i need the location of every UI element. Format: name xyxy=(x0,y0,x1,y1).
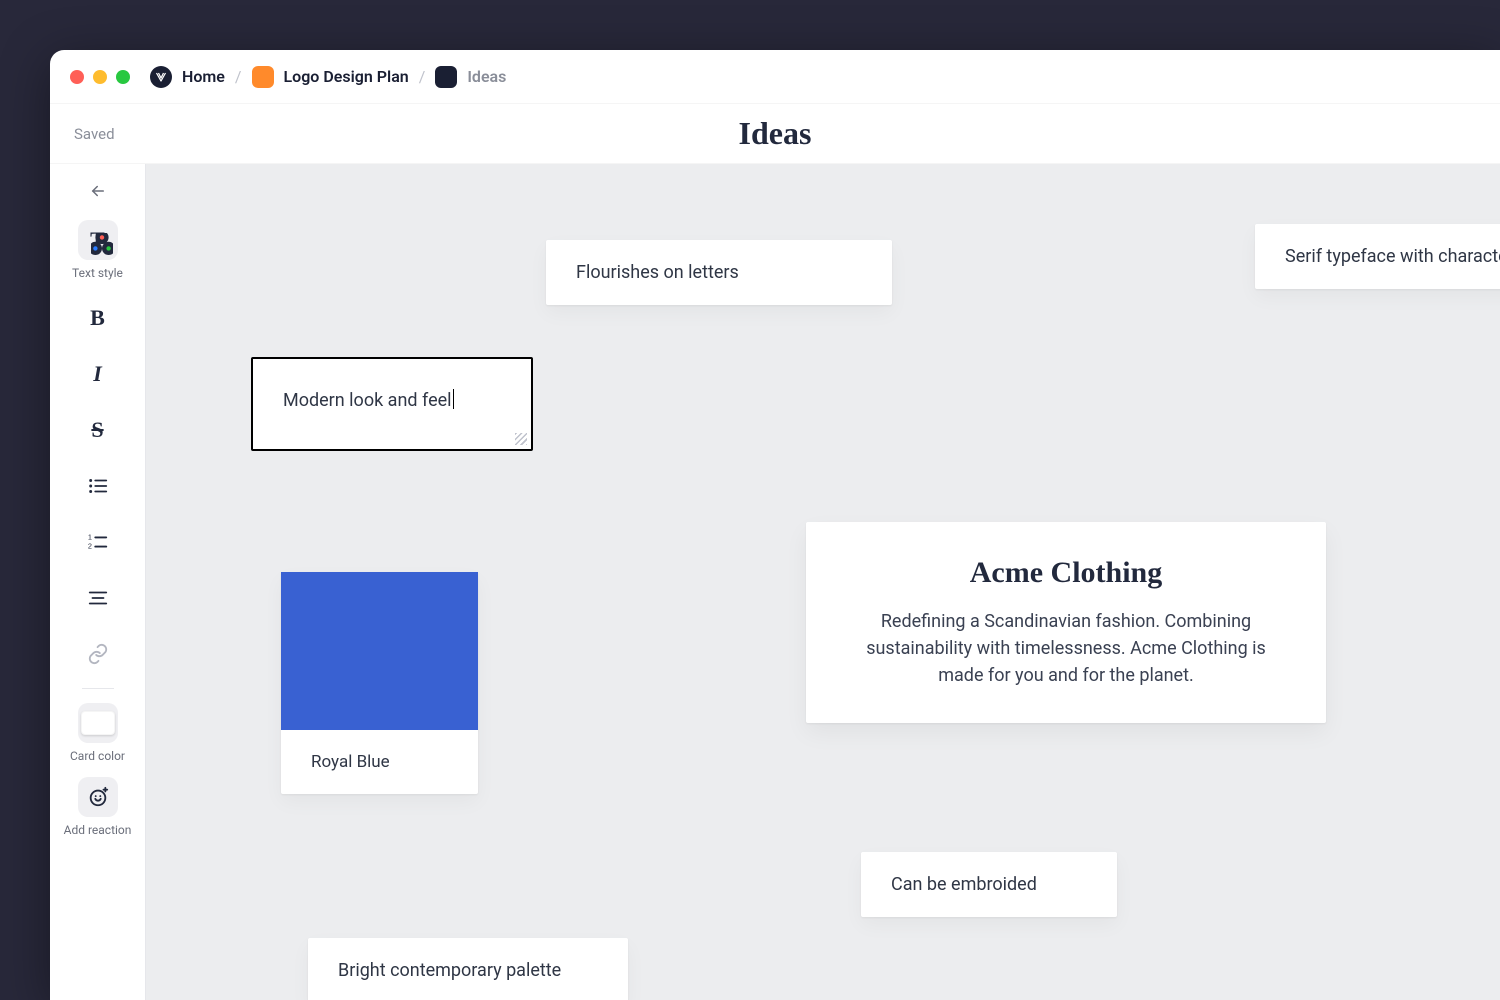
toolbar-sidebar: T Text style B I S 12 xyxy=(50,164,146,1000)
doc-header: Saved Ideas xyxy=(50,104,1500,164)
card-palette[interactable]: Bright contemporary palette xyxy=(308,938,628,1000)
text-style-label: Text style xyxy=(72,266,123,280)
card-color-button[interactable] xyxy=(78,703,118,743)
smile-plus-icon xyxy=(87,786,109,808)
card-text: Modern look and feel xyxy=(283,390,452,411)
align-icon xyxy=(87,587,109,609)
back-button[interactable] xyxy=(50,176,145,210)
window-minimize-button[interactable] xyxy=(93,70,107,84)
align-button[interactable] xyxy=(78,578,118,618)
link-button[interactable] xyxy=(78,634,118,674)
breadcrumb-project[interactable]: Logo Design Plan xyxy=(284,67,409,86)
text-cursor xyxy=(453,389,454,409)
numbered-list-button[interactable]: 12 xyxy=(78,522,118,562)
card-text: Flourishes on letters xyxy=(576,262,739,283)
titlebar: Home / Logo Design Plan / Ideas xyxy=(50,50,1500,104)
numbered-list-icon: 12 xyxy=(87,531,109,553)
sidebar-divider xyxy=(82,688,114,689)
italic-button[interactable]: I xyxy=(78,354,118,394)
app-icon xyxy=(150,66,172,88)
color-swatch xyxy=(281,572,478,730)
svg-text:1: 1 xyxy=(87,532,91,541)
breadcrumb-sep: / xyxy=(235,67,242,86)
save-status: Saved xyxy=(74,125,115,143)
window-close-button[interactable] xyxy=(70,70,84,84)
feature-body: Redefining a Scandinavian fashion. Combi… xyxy=(848,608,1284,689)
text-style-button[interactable]: T xyxy=(78,220,118,260)
card-color-icon xyxy=(81,711,115,735)
bullet-list-icon xyxy=(87,475,109,497)
add-reaction-button[interactable] xyxy=(78,777,118,817)
color-label: Royal Blue xyxy=(281,730,478,794)
card-feature[interactable]: Acme Clothing Redefining a Scandinavian … xyxy=(806,522,1326,723)
traffic-lights xyxy=(70,70,130,84)
feature-heading: Acme Clothing xyxy=(848,556,1284,590)
card-color-label: Card color xyxy=(70,749,125,763)
strikethrough-button[interactable]: S xyxy=(78,410,118,450)
card-flourishes[interactable]: Flourishes on letters xyxy=(546,240,892,305)
breadcrumb-current[interactable]: Ideas xyxy=(467,67,506,86)
italic-icon: I xyxy=(93,361,102,387)
breadcrumb-sep: / xyxy=(419,67,426,86)
link-icon xyxy=(87,643,109,665)
window-maximize-button[interactable] xyxy=(116,70,130,84)
card-embroided[interactable]: Can be embroided xyxy=(861,852,1117,917)
card-color-swatch[interactable]: Royal Blue xyxy=(281,572,478,794)
strikethrough-icon: S xyxy=(91,417,103,443)
page-title: Ideas xyxy=(739,115,812,152)
card-text: Bright contemporary palette xyxy=(338,960,561,981)
app-window: Home / Logo Design Plan / Ideas Saved Id… xyxy=(50,50,1500,1000)
card-serif[interactable]: Serif typeface with character xyxy=(1255,224,1500,289)
bold-icon: B xyxy=(90,305,105,331)
canvas[interactable]: Flourishes on letters Serif typeface wit… xyxy=(146,164,1500,1000)
card-modern-selected[interactable]: Modern look and feel xyxy=(251,357,533,451)
breadcrumb-project-icon xyxy=(252,66,274,88)
card-text: Serif typeface with character xyxy=(1285,246,1500,267)
breadcrumb-current-icon xyxy=(435,66,457,88)
bullet-list-button[interactable] xyxy=(78,466,118,506)
svg-text:2: 2 xyxy=(87,541,91,550)
card-text: Can be embroided xyxy=(891,874,1037,895)
add-reaction-label: Add reaction xyxy=(64,823,132,837)
bold-button[interactable]: B xyxy=(78,298,118,338)
breadcrumb-home[interactable]: Home xyxy=(182,67,225,86)
